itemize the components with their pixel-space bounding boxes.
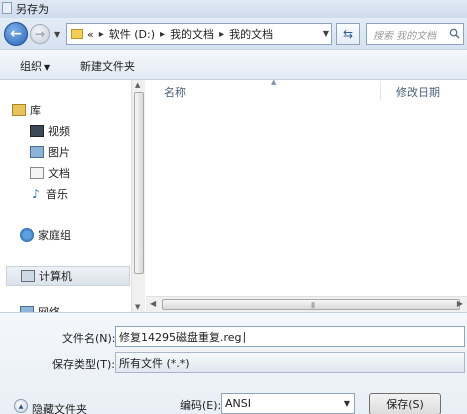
sidebar-item-label: 图片 bbox=[48, 146, 70, 159]
sidebar-item-label: 视频 bbox=[48, 125, 70, 138]
library-icon bbox=[12, 104, 26, 116]
recent-pages-dropdown[interactable]: ▼ bbox=[54, 30, 60, 39]
save-panel: 文件名(N): 修复14295磁盘重复.reg | 保存类型(T): 所有文件 (… bbox=[0, 312, 467, 414]
grip-icon: ||| bbox=[311, 302, 315, 309]
address-dropdown[interactable]: ▼ bbox=[323, 29, 329, 38]
chevron-down-icon: ▼ bbox=[44, 63, 51, 72]
sidebar-scrollbar[interactable]: ▲ ▼ bbox=[131, 80, 145, 312]
window-title: 另存为 bbox=[16, 3, 49, 16]
horizontal-scrollbar[interactable]: ◀ ||| ▶ bbox=[146, 296, 467, 312]
file-list[interactable]: ▲ 名称 修改日期 bbox=[146, 78, 467, 296]
chevron-right-icon: ▸ bbox=[98, 28, 104, 40]
documents-icon bbox=[30, 167, 44, 179]
scroll-left-icon[interactable]: ◀ bbox=[150, 299, 156, 308]
text-cursor: | bbox=[242, 330, 247, 343]
sidebar-item-library[interactable]: 库 bbox=[12, 100, 142, 120]
sidebar-item-label: 音乐 bbox=[46, 188, 68, 201]
column-header-name[interactable]: 名称 bbox=[164, 84, 186, 100]
breadcrumb-folder[interactable]: 我的文档 bbox=[170, 26, 214, 42]
save-type-label: 保存类型(T): bbox=[52, 358, 116, 371]
chevron-right-icon[interactable]: ▸ bbox=[219, 29, 224, 40]
save-type-select[interactable]: 所有文件 (*.*) bbox=[115, 352, 465, 373]
encoding-value: ANSI bbox=[225, 397, 251, 410]
organize-button[interactable]: 组织 ▼ bbox=[20, 58, 50, 74]
sidebar-item-videos[interactable]: 视频 bbox=[30, 121, 144, 141]
sidebar-item-pictures[interactable]: 图片 bbox=[30, 142, 144, 162]
column-header-modified[interactable]: 修改日期 bbox=[396, 84, 440, 100]
sidebar-scrollbar-thumb[interactable] bbox=[134, 92, 144, 274]
address-bar[interactable]: « ▸ 软件 (D:) ▸ 我的文档 ▸ 我的文档 ▼ bbox=[66, 23, 332, 45]
filename-value: 修复14295磁盘重复.reg bbox=[119, 330, 242, 344]
breadcrumb-overflow[interactable]: « bbox=[87, 28, 94, 41]
search-icon[interactable] bbox=[449, 28, 460, 39]
video-icon bbox=[30, 125, 44, 137]
breadcrumb-current[interactable]: 我的文档 bbox=[229, 26, 273, 42]
chevron-up-icon[interactable]: ▲ bbox=[14, 399, 28, 413]
filename-field[interactable]: 修复14295磁盘重复.reg | bbox=[115, 326, 465, 347]
navigation-pane: 库 视频 图片 文档 ♪ 音乐 家庭组 计算机 网络 bbox=[0, 80, 144, 312]
sidebar-item-label: 计算机 bbox=[39, 270, 72, 283]
sort-arrow-icon: ▲ bbox=[271, 78, 277, 86]
new-folder-button[interactable]: 新建文件夹 bbox=[80, 58, 135, 74]
sidebar-item-label: 家庭组 bbox=[38, 229, 71, 242]
music-icon: ♪ bbox=[32, 187, 40, 201]
refresh-button[interactable]: ⇆ bbox=[336, 23, 360, 45]
save-button[interactable]: 保存(S) bbox=[369, 393, 441, 414]
filename-label: 文件名(N): bbox=[62, 332, 116, 345]
encoding-label: 编码(E): bbox=[180, 399, 222, 412]
sidebar-item-music[interactable]: ♪ 音乐 bbox=[30, 184, 144, 204]
chevron-right-icon[interactable]: ▸ bbox=[160, 29, 165, 40]
pictures-icon bbox=[30, 146, 44, 158]
computer-icon bbox=[21, 270, 35, 282]
arrow-right-icon: → bbox=[34, 27, 46, 41]
arrow-left-icon: ← bbox=[10, 26, 22, 42]
hide-folders-toggle[interactable]: 隐藏文件夹 bbox=[32, 401, 87, 414]
sidebar-item-label: 文档 bbox=[48, 167, 70, 180]
save-type-value: 所有文件 (*.*) bbox=[119, 356, 190, 370]
sidebar-item-computer[interactable]: 计算机 bbox=[6, 266, 130, 286]
sidebar-item-label: 库 bbox=[30, 104, 41, 117]
column-divider[interactable] bbox=[380, 82, 381, 100]
homegroup-icon bbox=[20, 228, 34, 242]
scroll-right-icon[interactable]: ▶ bbox=[457, 299, 463, 308]
refresh-icon: ⇆ bbox=[342, 27, 354, 41]
command-bar: 组织 ▼ 新建文件夹 bbox=[0, 50, 467, 80]
search-placeholder: 搜索 我的文档 bbox=[373, 30, 437, 42]
navigation-bar: ← → ▼ « ▸ 软件 (D:) ▸ 我的文档 ▸ 我的文档 ▼ ⇆ 搜索 我… bbox=[0, 18, 467, 50]
scroll-up-icon[interactable]: ▲ bbox=[135, 81, 140, 89]
forward-button[interactable]: → bbox=[30, 24, 50, 44]
window-icon bbox=[2, 2, 12, 14]
sidebar-item-label: 网络 bbox=[38, 304, 60, 312]
folder-icon bbox=[71, 29, 83, 39]
encoding-select[interactable]: ANSI ▼ bbox=[221, 393, 355, 414]
sidebar-item-homegroup[interactable]: 家庭组 bbox=[20, 225, 144, 245]
chevron-down-icon: ▼ bbox=[343, 399, 350, 408]
search-input[interactable]: 搜索 我的文档 bbox=[366, 23, 464, 45]
back-button[interactable]: ← bbox=[4, 22, 28, 46]
horizontal-scrollbar-thumb[interactable]: ||| bbox=[162, 299, 460, 310]
sidebar-item-network[interactable]: 网络 bbox=[20, 302, 144, 312]
title-bar: 另存为 bbox=[0, 0, 467, 18]
breadcrumb-drive[interactable]: 软件 (D:) bbox=[109, 26, 155, 42]
organize-label: 组织 bbox=[20, 60, 42, 73]
sidebar-item-documents[interactable]: 文档 bbox=[30, 163, 144, 183]
scroll-down-icon[interactable]: ▼ bbox=[135, 303, 140, 311]
